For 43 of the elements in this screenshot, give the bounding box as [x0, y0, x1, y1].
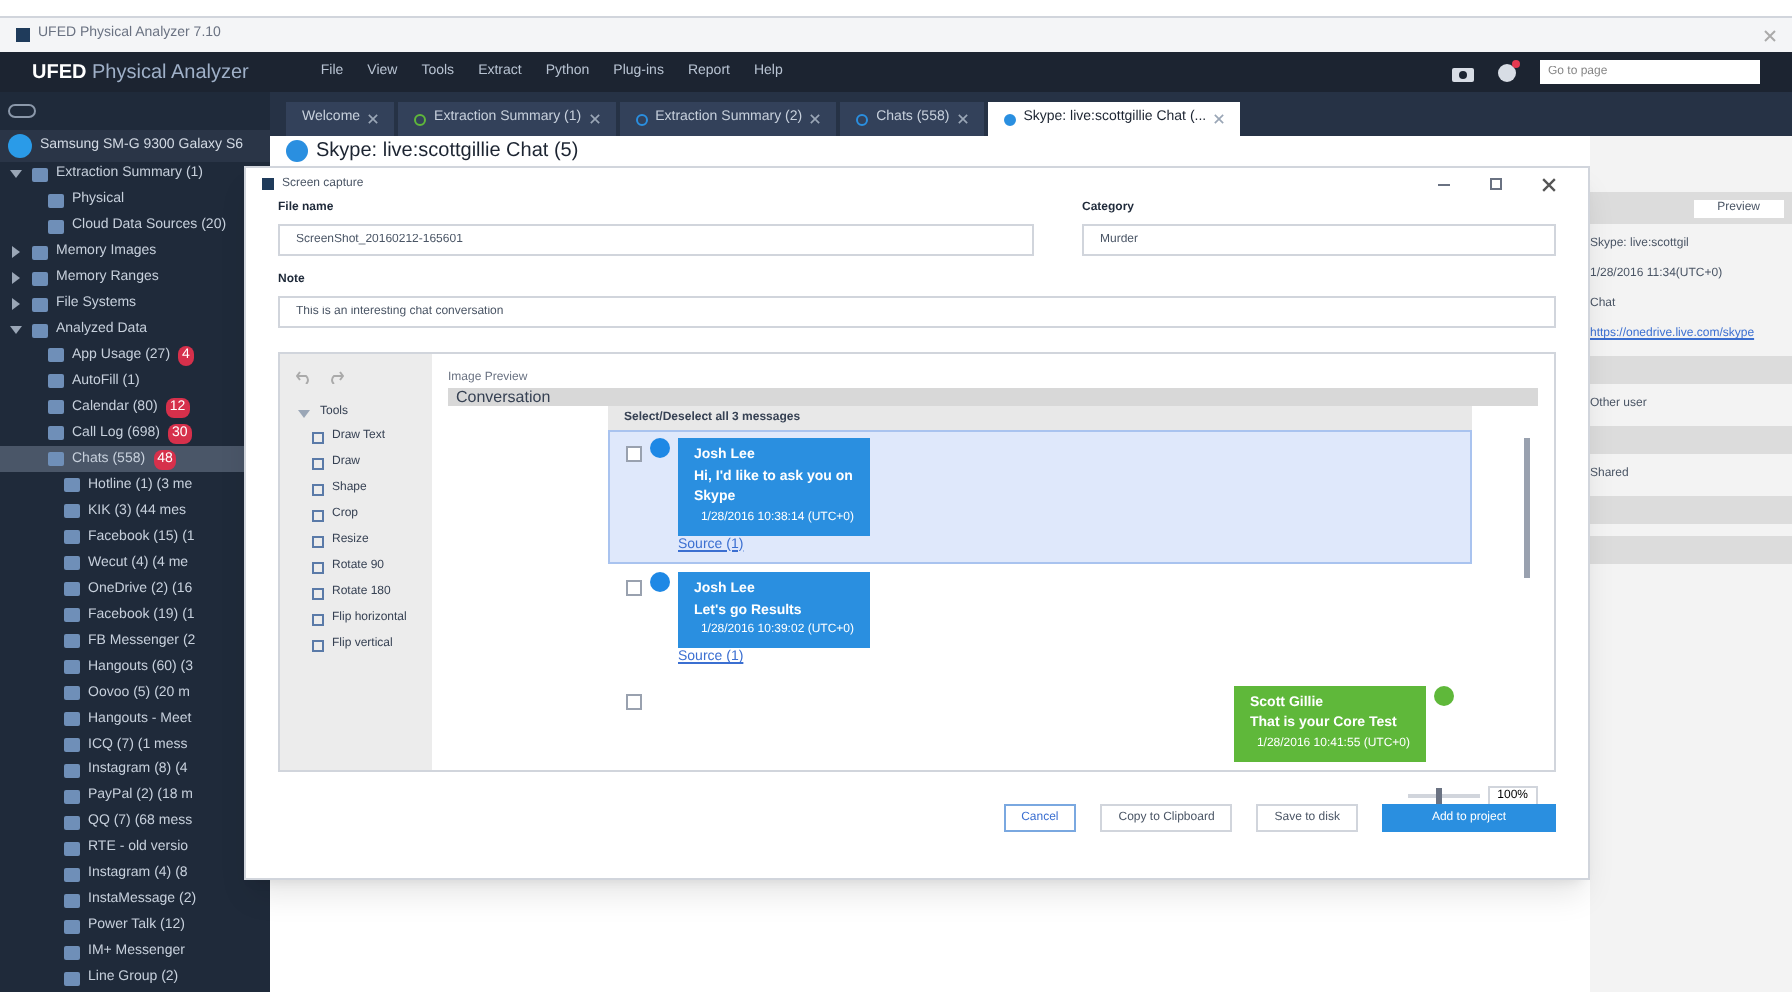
- checkbox[interactable]: [626, 446, 642, 462]
- tree-toggle-icon[interactable]: [8, 104, 36, 119]
- caret-icon[interactable]: [10, 324, 22, 336]
- page-heading: Skype: live:scottgillie Chat (5): [316, 140, 579, 162]
- close-icon[interactable]: [589, 114, 600, 124]
- avatar-icon: [650, 438, 670, 458]
- chat-icon: [286, 140, 308, 162]
- caret-icon[interactable]: [10, 298, 22, 311]
- close-icon[interactable]: [368, 114, 379, 124]
- avatar-icon: [650, 572, 670, 592]
- close-icon[interactable]: [1542, 177, 1556, 191]
- tab-icon: [635, 113, 648, 125]
- tab-icon: [1003, 113, 1016, 125]
- conversation-header: Conversation: [456, 385, 551, 409]
- app-icon: [16, 28, 30, 42]
- caret-icon[interactable]: [10, 168, 22, 181]
- checkbox[interactable]: [626, 693, 642, 709]
- maximize-icon[interactable]: [1490, 178, 1502, 190]
- app-icon: [262, 178, 274, 190]
- scrollbar: [1524, 438, 1530, 578]
- notification-icon[interactable]: [1498, 63, 1516, 81]
- close-icon[interactable]: [957, 114, 968, 124]
- tool-icon: [312, 587, 324, 599]
- app-logo: UFED Physical Analyzer: [32, 59, 249, 87]
- tool-icon: [312, 457, 324, 469]
- tool-icon: [312, 613, 324, 625]
- device-icon: [8, 133, 32, 158]
- caret-icon[interactable]: [10, 246, 22, 259]
- zoom-slider-thumb[interactable]: [1436, 788, 1443, 804]
- caret-icon[interactable]: [10, 272, 22, 285]
- checkbox[interactable]: [626, 580, 642, 596]
- tool-icon: [312, 483, 324, 495]
- tool-icon: [312, 535, 324, 547]
- tool-icon: [312, 639, 324, 651]
- close-icon[interactable]: [810, 114, 821, 124]
- tool-icon: [312, 509, 324, 521]
- tool-icon: [312, 431, 324, 443]
- minimize-icon[interactable]: [1438, 183, 1450, 185]
- tab-icon: [414, 113, 427, 125]
- avatar-icon: [1434, 685, 1454, 705]
- camera-icon[interactable]: [1452, 63, 1474, 81]
- tool-icon: [312, 561, 324, 573]
- tab-icon: [856, 113, 869, 125]
